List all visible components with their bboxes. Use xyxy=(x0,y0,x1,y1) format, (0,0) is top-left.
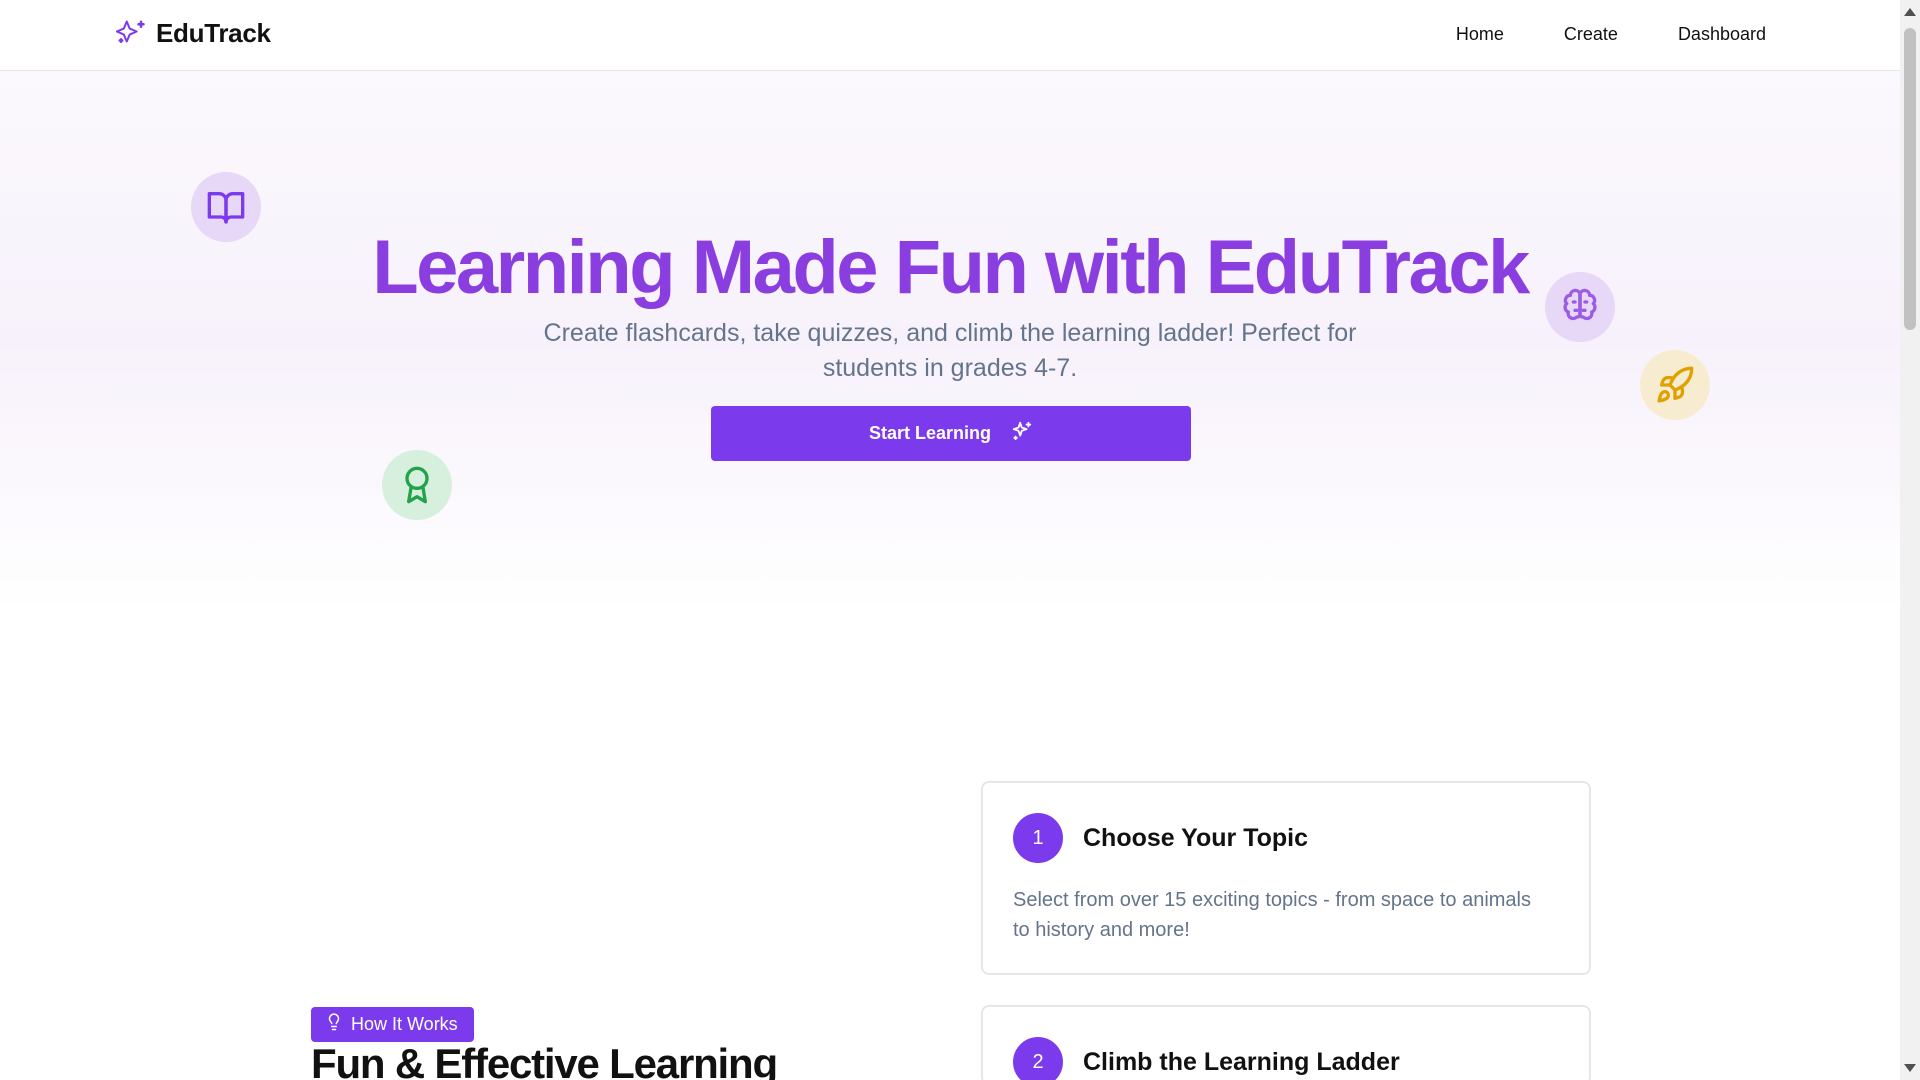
nav-links: Home Create Dashboard xyxy=(1456,24,1766,45)
scroll-down-arrow-icon[interactable] xyxy=(1904,1064,1916,1072)
step-card-learning-ladder: 2 Climb the Learning Ladder xyxy=(981,1005,1591,1080)
hero-title: Learning Made Fun with EduTrack xyxy=(372,225,1530,310)
step-description: Select from over 15 exciting topics - fr… xyxy=(1013,889,1531,941)
nav-link-home[interactable]: Home xyxy=(1456,24,1504,45)
step-number: 1 xyxy=(1013,813,1063,863)
sparkles-icon xyxy=(1011,420,1033,447)
how-it-works-label: How It Works xyxy=(351,1014,458,1034)
step-header: 1 Choose Your Topic xyxy=(1013,813,1308,863)
hero-subtitle: Create flashcards, take quizzes, and cli… xyxy=(543,319,1357,382)
scroll-up-arrow-icon[interactable] xyxy=(1904,8,1916,16)
sparkles-icon xyxy=(115,17,147,49)
step-number: 2 xyxy=(1013,1037,1063,1080)
start-learning-label: Start Learning xyxy=(868,423,992,443)
scrollbar-thumb[interactable] xyxy=(1904,28,1916,330)
brand-logo[interactable]: EduTrack xyxy=(115,17,271,49)
page-scrollbar[interactable] xyxy=(1900,0,1920,1080)
step-header: 2 Climb the Learning Ladder xyxy=(1013,1037,1400,1080)
start-learning-button[interactable]: Start Learning xyxy=(711,406,1191,461)
section-title: Fun & Effective Learning xyxy=(311,1040,778,1080)
rocket-icon xyxy=(1640,350,1710,420)
nav-link-dashboard[interactable]: Dashboard xyxy=(1678,24,1766,45)
lightbulb-icon xyxy=(325,1013,343,1036)
step-card-choose-topic: 1 Choose Your Topic Select from over 15 … xyxy=(981,781,1591,975)
brand-name: EduTrack xyxy=(156,17,271,48)
nav-link-create[interactable]: Create xyxy=(1564,24,1618,45)
award-icon xyxy=(382,450,452,520)
top-navbar: EduTrack Home Create Dashboard xyxy=(0,0,1900,71)
step-title: Climb the Learning Ladder xyxy=(1083,1047,1400,1076)
how-it-works-badge: How It Works xyxy=(311,1007,474,1042)
step-title: Choose Your Topic xyxy=(1083,823,1309,852)
